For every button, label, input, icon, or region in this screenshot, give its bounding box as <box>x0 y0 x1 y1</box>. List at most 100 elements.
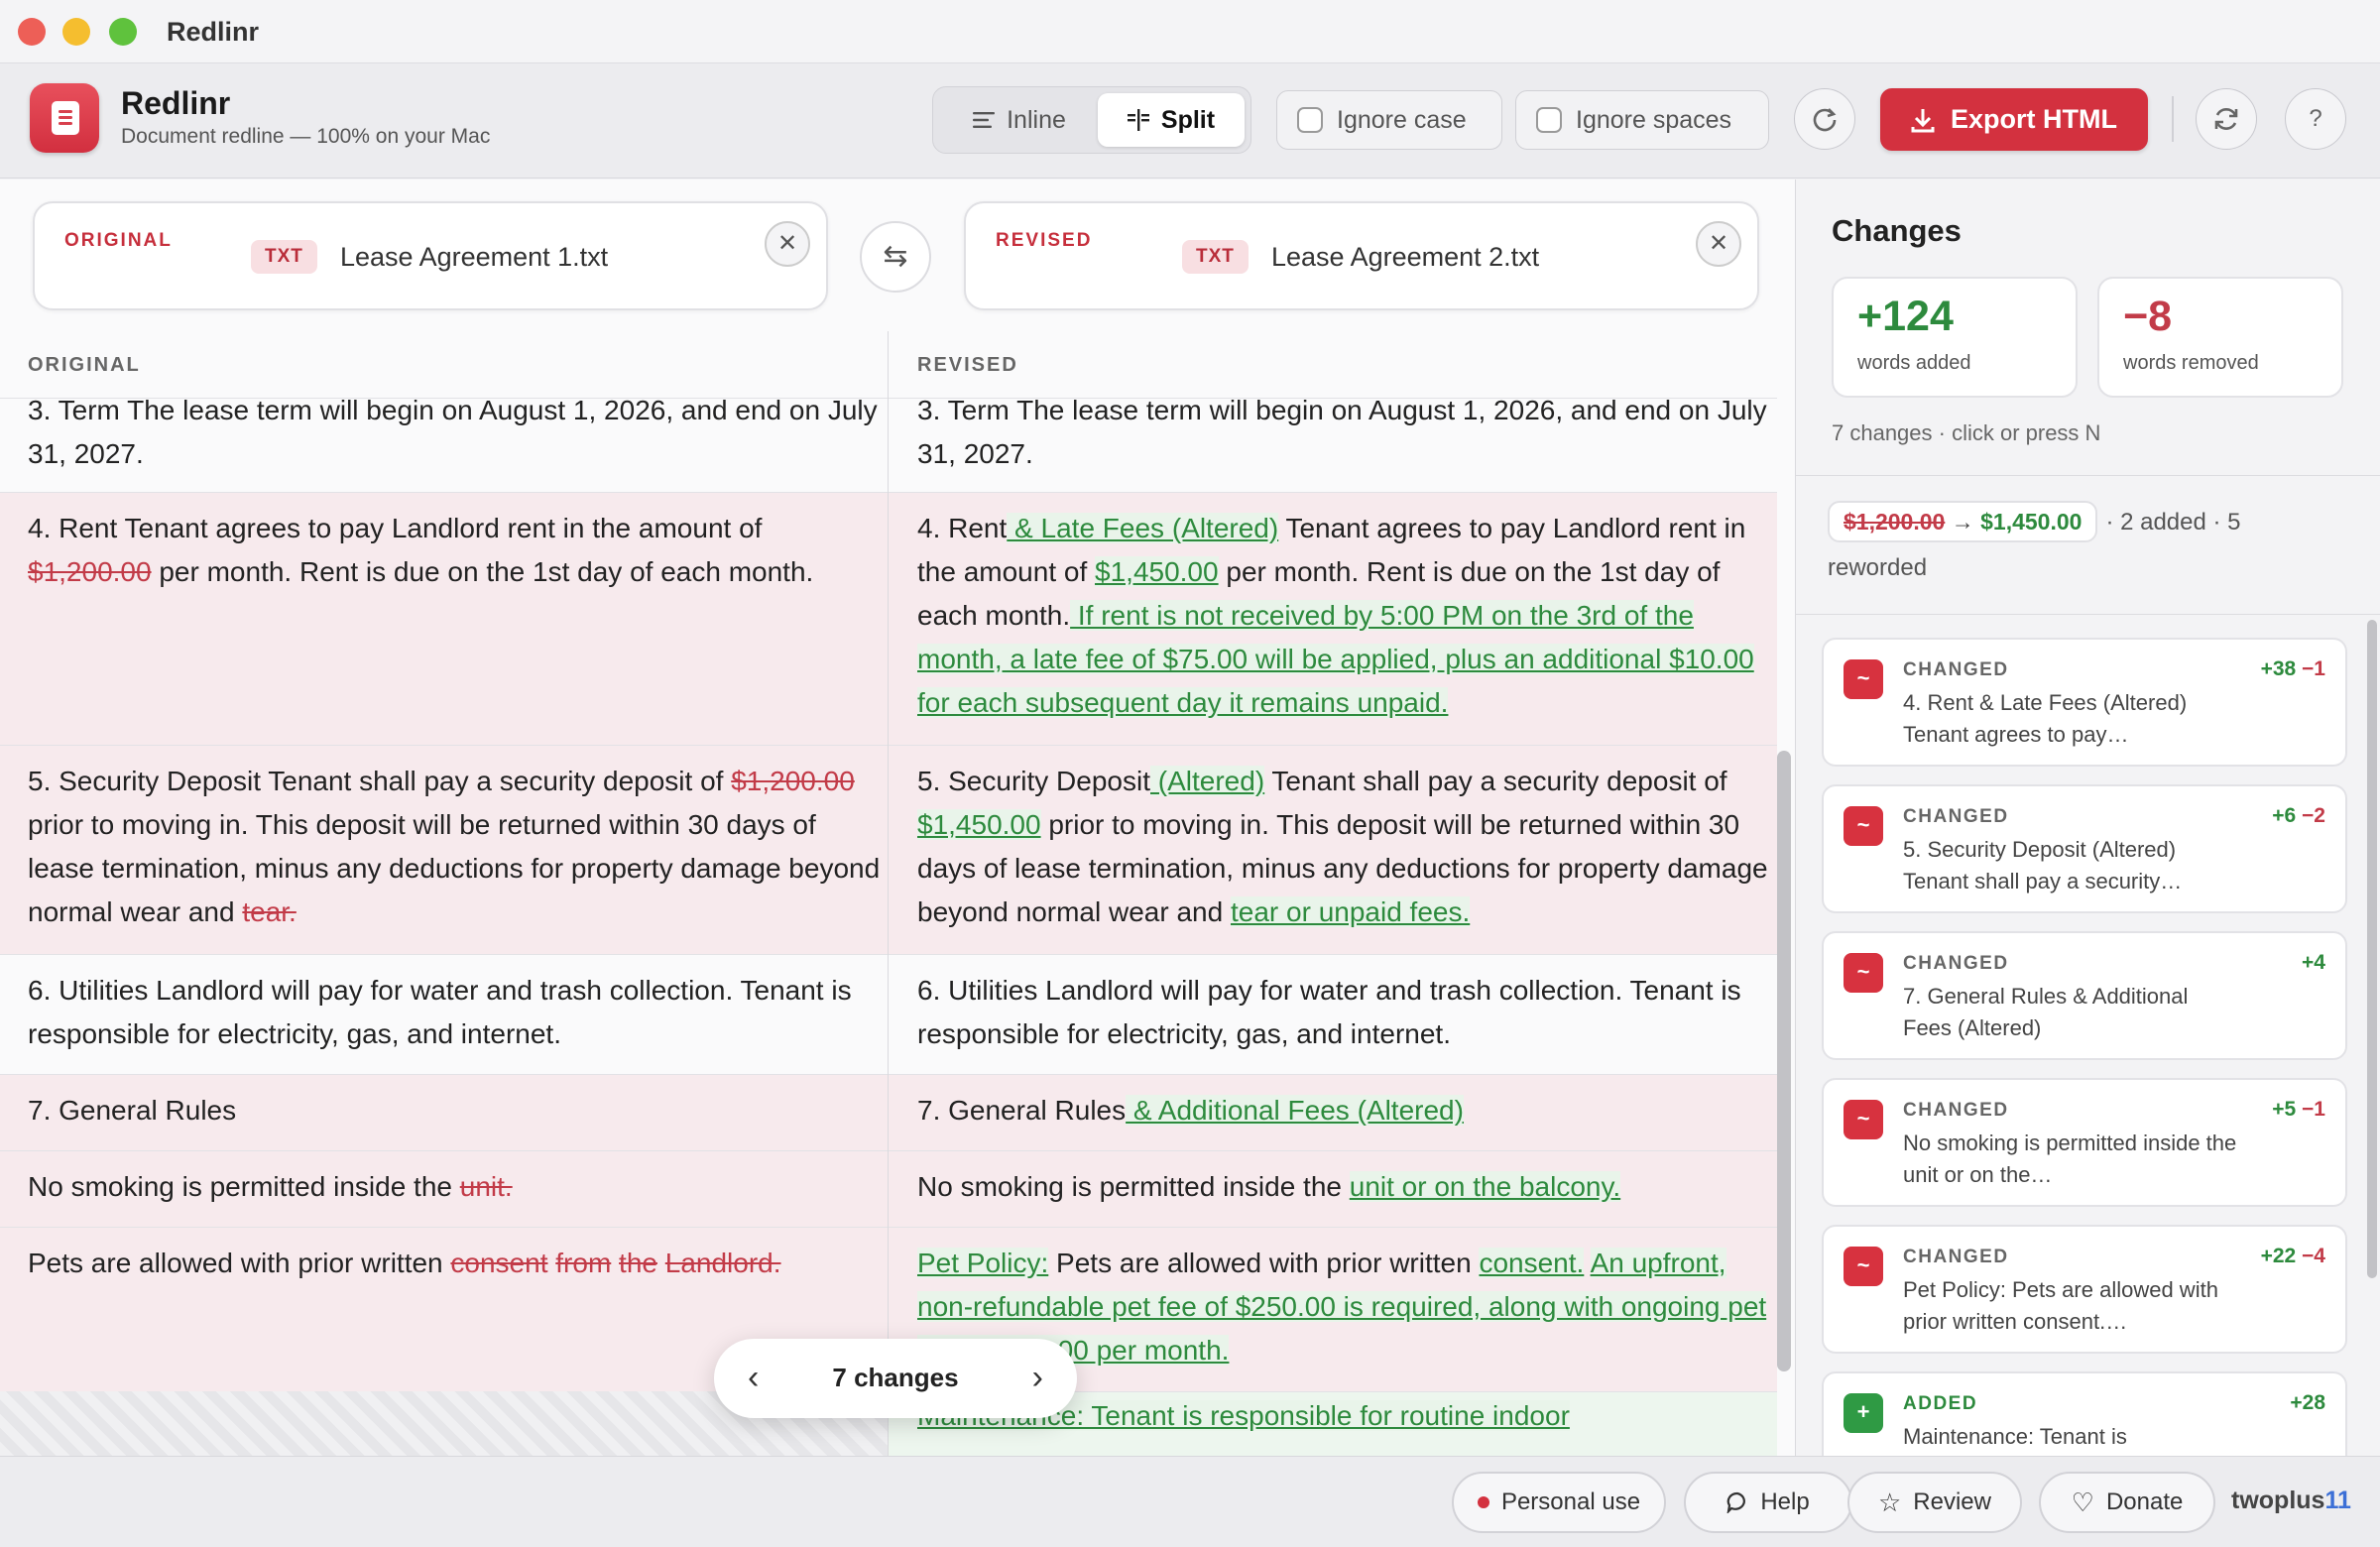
diff-row-changed[interactable]: 5. Security Deposit Tenant shall pay a s… <box>0 746 1777 954</box>
original-text: No smoking is permitted inside the unit. <box>28 1171 513 1202</box>
words-removed-stat: −8 words removed <box>2097 277 2343 398</box>
original-text: 7. General Rules <box>28 1095 237 1126</box>
sidebar-divider <box>1796 614 2380 615</box>
revised-column-header: REVISED <box>917 354 1018 376</box>
revised-text: 6. Utilities Landlord will pay for water… <box>917 975 1741 1049</box>
inserted-text: & Late Fees (Altered) <box>1007 513 1279 543</box>
deleted-text: unit. <box>459 1171 513 1202</box>
change-card[interactable]: ~ CHANGED +4 7. General Rules & Addition… <box>1822 931 2347 1060</box>
diff-row-changed[interactable]: 4. Rent Tenant agrees to pay Landlord re… <box>0 493 1777 745</box>
column-divider <box>888 331 889 1456</box>
revised-file-label: REVISED <box>996 230 1093 251</box>
change-navigator: ‹ 7 changes › <box>714 1339 1077 1418</box>
lines-icon <box>973 112 996 128</box>
original-column-header: ORIGINAL <box>28 354 141 376</box>
brand-logo[interactable]: twoplus11 <box>2231 1487 2351 1515</box>
footer-bar: Personal use Help ☆ Review ♡ Donate twop… <box>0 1456 2380 1547</box>
refresh-button[interactable] <box>1794 88 1855 150</box>
inserted-text: An upfront, <box>1590 1248 1726 1278</box>
inserted-text: (Altered) <box>1150 766 1265 796</box>
change-card[interactable]: ~ CHANGED +38 −1 4. Rent & Late Fees (Al… <box>1822 638 2347 767</box>
help-link-button[interactable]: Help <box>1684 1472 1852 1533</box>
chevron-right-icon: › <box>1031 1359 1043 1396</box>
inserted-text: tear or unpaid fees. <box>1230 896 1471 927</box>
remove-original-button[interactable]: ✕ <box>765 221 810 267</box>
remove-revised-button[interactable]: ✕ <box>1696 221 1741 267</box>
changed-icon: ~ <box>1844 659 1883 699</box>
red-dot-icon <box>1477 1496 1489 1508</box>
donate-button[interactable]: ♡ Donate <box>2039 1472 2215 1533</box>
change-card[interactable]: ~ CHANGED +6 −2 5. Security Deposit (Alt… <box>1822 784 2347 913</box>
diff-row-changed[interactable]: 7. General Rules 7. General Rules & Addi… <box>0 1075 1777 1150</box>
change-card[interactable]: ~ CHANGED +22 −4 Pet Policy: Pets are al… <box>1822 1225 2347 1354</box>
deleted-text: the <box>619 1248 657 1278</box>
rent-change-pill: $1,200.00 → $1,450.00 <box>1828 501 2098 542</box>
words-added-stat: +124 words added <box>1832 277 2078 398</box>
inserted-text: unit or on the balcony. <box>1349 1171 1621 1202</box>
diff-row[interactable]: 6. Utilities Landlord will pay for water… <box>0 955 1777 1074</box>
added-icon: + <box>1844 1393 1883 1433</box>
changed-icon: ~ <box>1844 953 1883 993</box>
original-file-name: Lease Agreement 1.txt <box>340 242 609 272</box>
inserted-text: consent. <box>1479 1248 1585 1278</box>
original-text: 5. Security Deposit Tenant shall pay a s… <box>28 766 881 927</box>
close-window-button[interactable] <box>18 18 46 46</box>
export-html-button[interactable]: Export HTML <box>1880 88 2148 151</box>
inserted-text: & Additional Fees (Altered) <box>1126 1095 1464 1126</box>
diff-row-changed[interactable]: No smoking is permitted inside the unit.… <box>0 1151 1777 1227</box>
refresh-icon <box>1813 108 1837 132</box>
change-delta: +6 −2 <box>2272 804 2325 827</box>
diff-scrollbar[interactable] <box>1777 751 1791 1371</box>
checkbox-box <box>1297 107 1323 133</box>
swap-arrows-icon: ⇆ <box>883 240 908 273</box>
changes-sidebar: Changes +124 words added −8 words remove… <box>1795 179 2380 1456</box>
changed-icon: ~ <box>1844 1247 1883 1286</box>
deleted-text: Landlord. <box>664 1248 781 1278</box>
review-button[interactable]: ☆ Review <box>1847 1472 2022 1533</box>
change-delta: +22 −4 <box>2260 1245 2325 1267</box>
revised-text: 4. Rent & Late Fees (Altered) Tenant agr… <box>917 513 1754 718</box>
toolbar-divider <box>2172 96 2174 142</box>
deleted-text: from <box>555 1248 612 1278</box>
zoom-window-button[interactable] <box>109 18 137 46</box>
change-delta: +28 <box>2290 1391 2325 1414</box>
chat-bubble-icon <box>1726 1491 1746 1513</box>
changes-hint: 7 changes · click or press N <box>1832 420 2101 445</box>
revised-file-name: Lease Agreement 2.txt <box>1271 242 1540 272</box>
minimize-window-button[interactable] <box>62 18 90 46</box>
change-card[interactable]: + ADDED +28 Maintenance: Tenant is <box>1822 1371 2347 1456</box>
app-icon <box>30 83 99 153</box>
sidebar-divider <box>1796 475 2380 476</box>
diff-row[interactable]: 3. Term The lease term will begin on Aug… <box>0 389 1777 492</box>
file-type-badge: TXT <box>1182 240 1249 274</box>
original-text: 4. Rent Tenant agrees to pay Landlord re… <box>28 513 814 587</box>
help-button[interactable]: ? <box>2285 88 2346 150</box>
arrow-right-icon: → <box>1951 509 1974 535</box>
sync-button[interactable] <box>2196 88 2257 150</box>
swap-files-button[interactable]: ⇆ <box>860 221 931 293</box>
close-icon: ✕ <box>776 230 798 257</box>
view-mode-segmented-control: Inline Split <box>932 86 1251 154</box>
heart-icon: ♡ <box>2071 1487 2094 1517</box>
diff-view: ORIGINAL TXT Lease Agreement 1.txt ✕ ⇆ R… <box>0 179 1795 1456</box>
window-title: Redlinr <box>167 17 260 47</box>
changed-icon: ~ <box>1844 1100 1883 1139</box>
ignore-case-checkbox[interactable]: Ignore case <box>1276 90 1502 150</box>
sidebar-title: Changes <box>1832 213 1962 248</box>
app-name: Redlinr <box>121 85 231 121</box>
inline-view-button[interactable]: Inline <box>941 93 1098 147</box>
next-change-button[interactable]: › <box>1032 1355 1043 1400</box>
split-view-button[interactable]: Split <box>1098 93 1245 147</box>
deleted-text: consent <box>450 1248 548 1278</box>
change-count: 7 changes <box>832 1363 959 1392</box>
document-icon <box>52 101 79 135</box>
revised-text: No smoking is permitted inside the unit … <box>917 1171 1621 1202</box>
change-summary: $1,200.00 → $1,450.00 · 2 added · 5 rewor… <box>1828 500 2343 591</box>
close-icon: ✕ <box>1708 230 1729 257</box>
revised-file-card[interactable]: REVISED TXT Lease Agreement 2.txt ✕ <box>964 201 1759 310</box>
personal-use-badge[interactable]: Personal use <box>1452 1472 1666 1533</box>
change-card[interactable]: ~ CHANGED +5 −1 No smoking is permitted … <box>1822 1078 2347 1207</box>
ignore-spaces-checkbox[interactable]: Ignore spaces <box>1515 90 1769 150</box>
original-file-card[interactable]: ORIGINAL TXT Lease Agreement 1.txt ✕ <box>33 201 828 310</box>
sidebar-scrollbar[interactable] <box>2367 620 2377 1278</box>
